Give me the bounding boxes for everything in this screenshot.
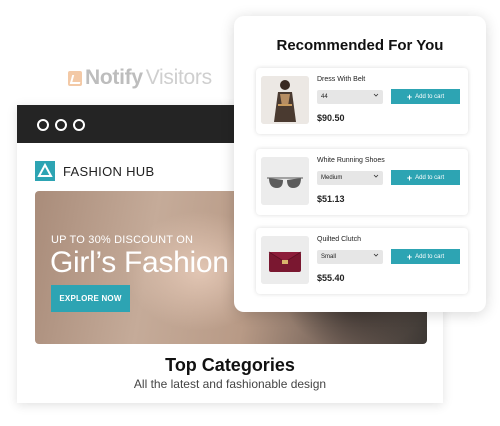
add-to-cart-label: Add to cart [415,93,445,100]
product-card: Dress With Belt 44 + Add to cart $90.50 [256,68,468,134]
add-to-cart-label: Add to cart [415,253,445,260]
window-control-dot-3[interactable] [73,119,85,131]
product-card: White Running Shoes Medium + Add to cart… [256,149,468,215]
plus-icon: + [406,251,413,262]
product-name: Dress With Belt [317,76,366,83]
size-select-value: Small [321,254,337,260]
section-title: Top Categories [165,355,295,375]
size-select[interactable]: Small [317,250,383,264]
product-price: $51.13 [317,194,345,204]
size-select[interactable]: Medium [317,171,383,185]
size-select-value: 44 [321,94,328,100]
chevron-down-icon [373,174,379,178]
add-to-cart-button[interactable]: + Add to cart [391,170,460,185]
hero-subtitle: UP TO 30% DISCOUNT ON [51,234,194,246]
size-select[interactable]: 44 [317,90,383,104]
logo-text-notify: Notify [85,66,143,89]
product-image-sunglasses[interactable] [261,157,309,205]
chevron-down-icon [373,253,379,257]
recommendations-panel: Recommended For You Dress With Belt 44 +… [234,16,486,312]
size-select-value: Medium [321,175,343,181]
product-image-dress[interactable] [261,76,309,124]
site-name: FASHION HUB [63,163,155,179]
add-to-cart-button[interactable]: + Add to cart [391,249,460,264]
hero-title: Girl’s Fashion [50,246,229,279]
explore-now-button[interactable]: EXPLORE NOW [51,285,130,312]
notifyvisitors-logo-icon [68,70,82,86]
section-subtitle: All the latest and fashionable design [133,377,327,391]
product-price: $90.50 [317,113,345,123]
product-price: $55.40 [317,273,345,283]
recommendations-title: Recommended For You [276,37,444,54]
site-brand[interactable]: FASHION HUB [35,161,154,181]
product-card: Quilted Clutch Small + Add to cart $55.4… [256,228,468,294]
plus-icon: + [406,172,413,183]
window-control-dot-2[interactable] [55,119,67,131]
notifyvisitors-logo: Notify Visitors [68,66,212,90]
chevron-down-icon [373,93,379,97]
plus-icon: + [406,91,413,102]
product-image-clutch[interactable] [261,236,309,284]
window-control-dot-1[interactable] [37,119,49,131]
add-to-cart-button[interactable]: + Add to cart [391,89,460,104]
logo-text-visitors: Visitors [145,66,212,89]
add-to-cart-label: Add to cart [415,174,445,181]
fashion-hub-logo-icon [35,161,55,181]
product-name: Quilted Clutch [317,236,361,243]
product-name: White Running Shoes [317,157,385,164]
